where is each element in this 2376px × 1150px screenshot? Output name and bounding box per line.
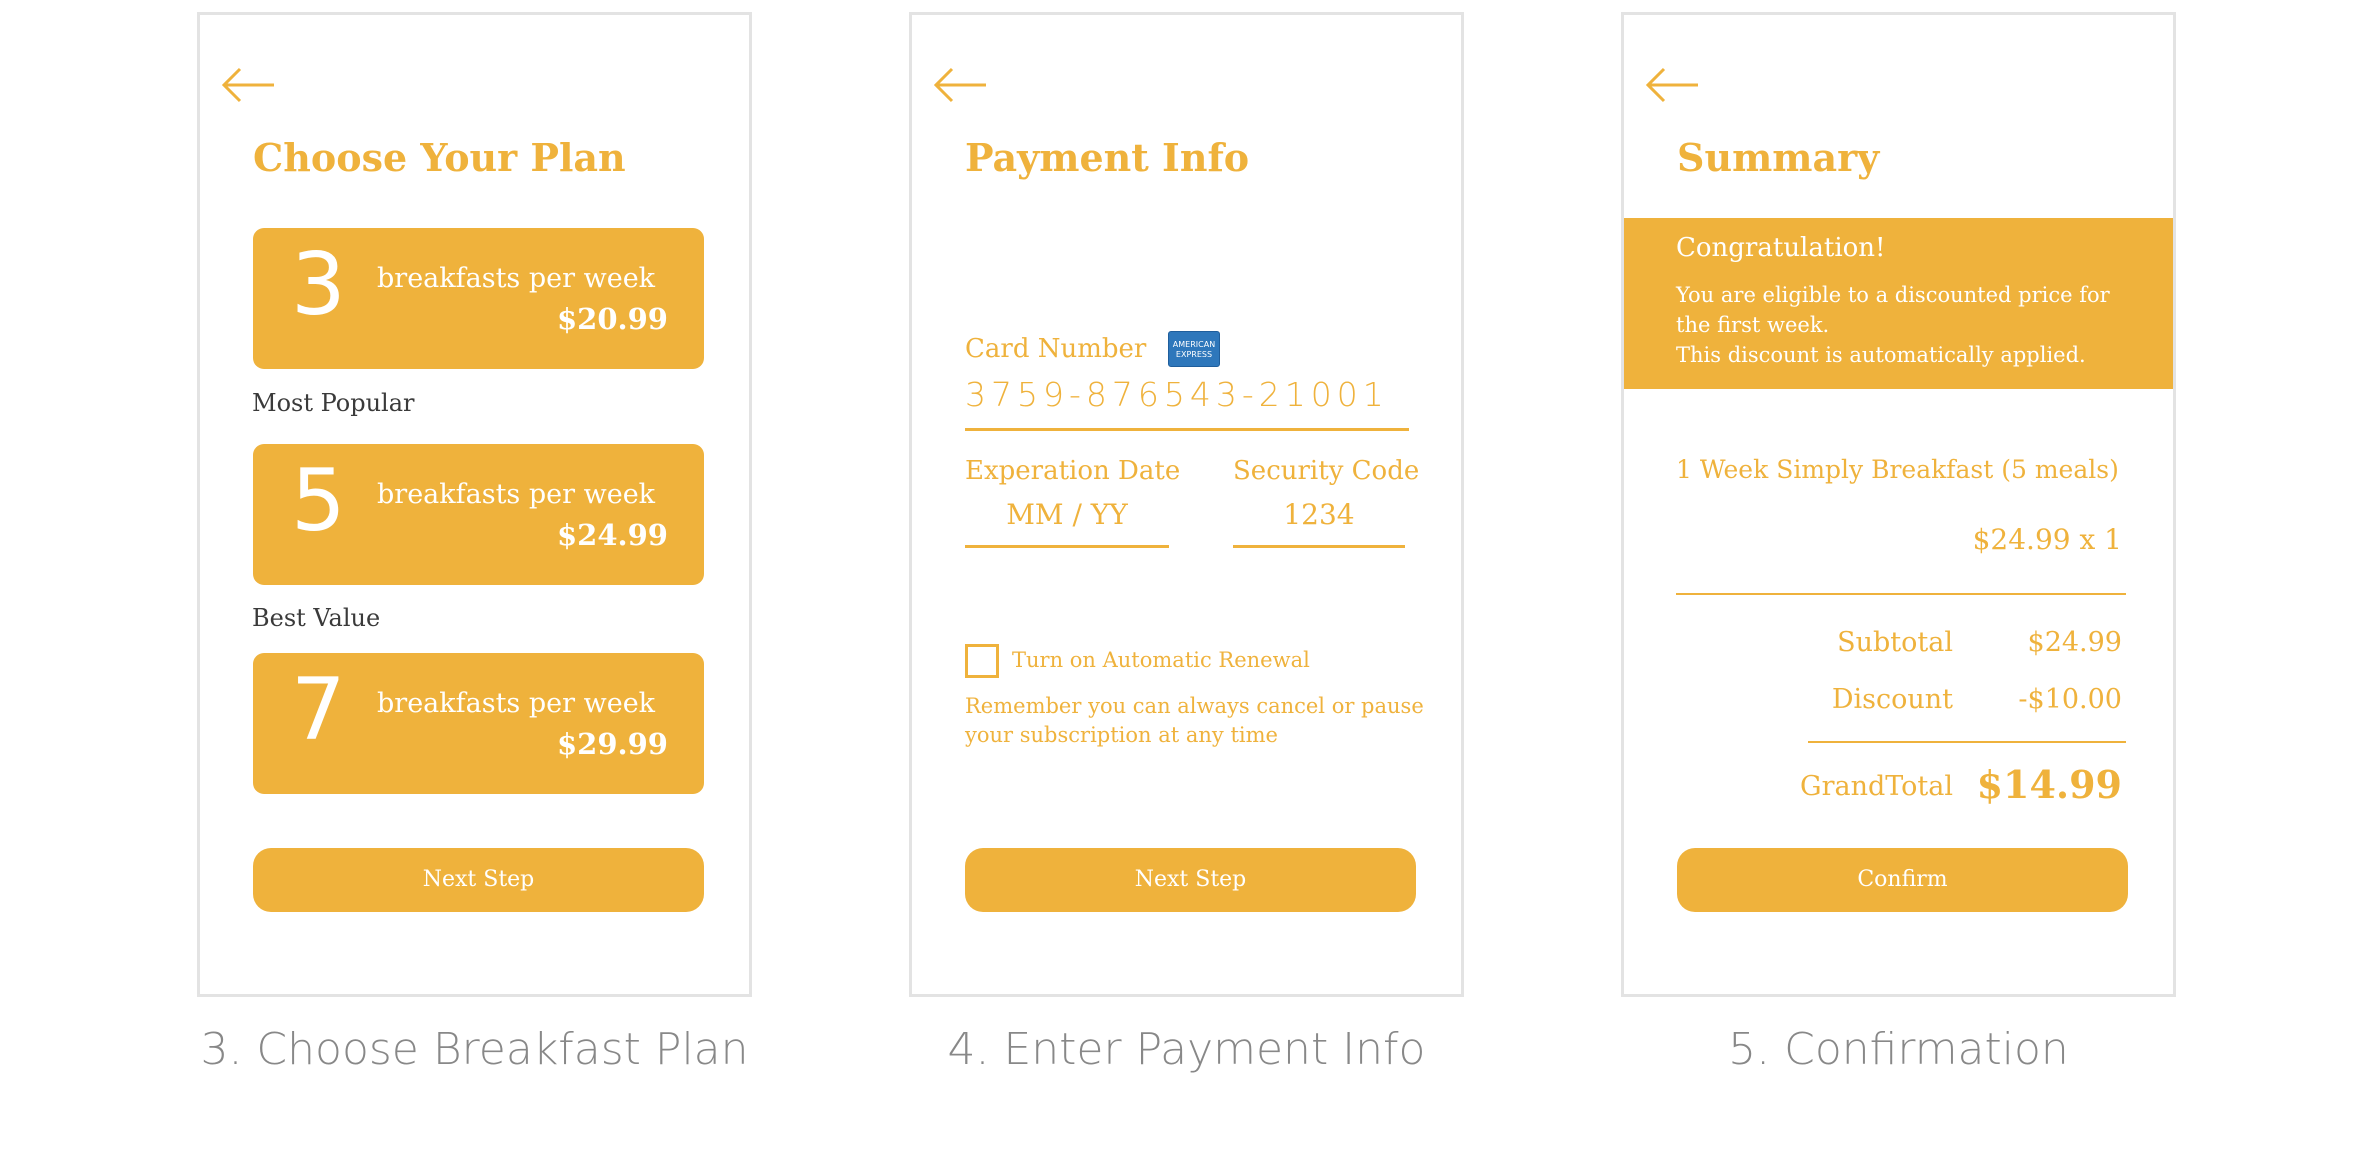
plan-price: $24.99 — [557, 518, 668, 552]
security-code-field[interactable]: 1234 — [1233, 498, 1405, 548]
card-number-label: Card Number — [965, 334, 1147, 364]
confirm-button[interactable]: Confirm — [1677, 848, 2128, 912]
payment-info-screen: Payment Info Card Number AMERICAN EXPRES… — [909, 12, 1464, 997]
divider — [1808, 741, 2126, 743]
grand-total-label: GrandTotal — [1800, 771, 1953, 802]
most-popular-tag: Most Popular — [252, 389, 415, 417]
discount-banner: Congratulation! You are eligible to a di… — [1624, 218, 2173, 389]
card-number-field[interactable]: 3759-876543-21001 — [965, 375, 1409, 431]
arrow-left-icon[interactable] — [220, 65, 276, 105]
expiration-date-label: Experation Date — [965, 456, 1181, 486]
arrow-left-icon[interactable] — [1644, 65, 1700, 105]
amex-card-icon: AMERICAN EXPRESS — [1168, 331, 1220, 367]
plan-price: $29.99 — [557, 727, 668, 761]
page-title: Payment Info — [965, 135, 1250, 180]
grand-total-value: $14.99 — [1976, 762, 2122, 807]
plan-count: 5 — [291, 451, 346, 551]
banner-line: You are eligible to a discounted price f… — [1676, 283, 2110, 337]
choose-plan-screen: Choose Your Plan 3 breakfasts per week $… — [197, 12, 752, 997]
renewal-note: Remember you can always cancel or pause … — [965, 694, 1424, 747]
security-code-label: Security Code — [1233, 456, 1420, 486]
order-item-price: $24.99 x 1 — [1972, 523, 2122, 556]
summary-screen: Summary Congratulation! You are eligible… — [1621, 12, 2176, 997]
expiration-date-field[interactable]: MM / YY — [965, 498, 1169, 548]
auto-renewal-checkbox[interactable] — [965, 644, 999, 678]
banner-text: You are eligible to a discounted price f… — [1676, 280, 2146, 370]
auto-renewal-label[interactable]: Turn on Automatic Renewal — [1012, 648, 1310, 672]
screen-caption: 3. Choose Breakfast Plan — [200, 1024, 749, 1075]
plan-card-5[interactable]: 5 breakfasts per week $24.99 — [253, 444, 704, 585]
discount-value: -$10.00 — [2018, 684, 2122, 715]
divider — [1676, 593, 2126, 595]
arrow-left-icon[interactable] — [932, 65, 988, 105]
order-item: 1 Week Simply Breakfast (5 meals) — [1676, 455, 2119, 484]
page-title: Summary — [1677, 135, 1880, 180]
subtotal-value: $24.99 — [2027, 627, 2122, 658]
plan-card-3[interactable]: 3 breakfasts per week $20.99 — [253, 228, 704, 369]
next-step-button[interactable]: Next Step — [965, 848, 1416, 912]
plan-description: breakfasts per week — [377, 688, 656, 719]
page-title: Choose Your Plan — [253, 135, 626, 180]
plan-description: breakfasts per week — [377, 263, 656, 294]
banner-heading: Congratulation! — [1676, 233, 1886, 263]
best-value-tag: Best Value — [252, 604, 381, 632]
plan-count: 7 — [291, 660, 346, 760]
screen-caption: 4. Enter Payment Info — [947, 1024, 1426, 1075]
next-step-button[interactable]: Next Step — [253, 848, 704, 912]
plan-description: breakfasts per week — [377, 479, 656, 510]
plan-price: $20.99 — [557, 302, 668, 336]
screen-caption: 5. Confirmation — [1728, 1024, 2069, 1075]
discount-label: Discount — [1831, 684, 1953, 715]
subtotal-label: Subtotal — [1837, 627, 1953, 658]
plan-count: 3 — [291, 235, 346, 335]
plan-card-7[interactable]: 7 breakfasts per week $29.99 — [253, 653, 704, 794]
banner-line: This discount is automatically applied. — [1676, 343, 2086, 367]
